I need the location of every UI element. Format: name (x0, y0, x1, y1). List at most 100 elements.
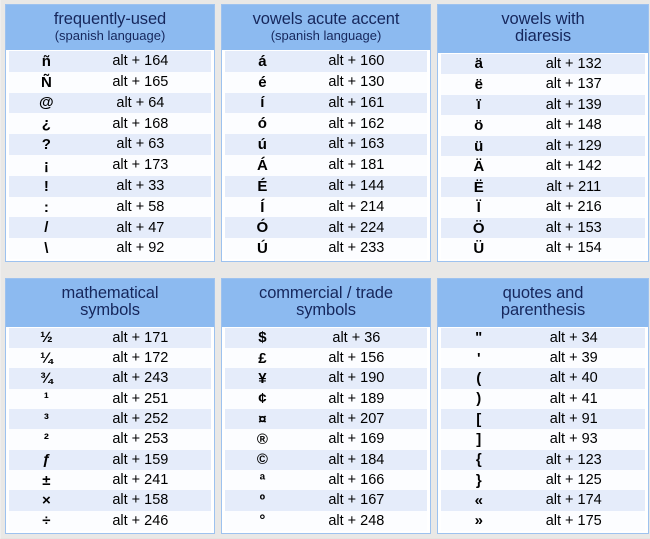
table-row: á alt + 160 (225, 50, 427, 72)
symbol-cell: ± (42, 471, 51, 489)
code-cell: alt + 167 (328, 492, 385, 509)
table-row: {alt + 123 (441, 449, 645, 471)
symbol-cell: ] (476, 431, 482, 449)
symbol-cell: ! (43, 177, 49, 195)
table-row: ë alt + 137 (441, 74, 645, 95)
table-row: Äalt + 142 (441, 156, 645, 177)
symbol-cell: « (474, 492, 483, 510)
code-cell: alt + 144 (328, 177, 385, 194)
table-row: × alt + 158 (9, 490, 211, 511)
code-cell: alt + 139 (545, 96, 602, 113)
code-cell: alt + 153 (545, 219, 602, 236)
code-cell: alt + 169 (328, 431, 385, 448)
table-row: Áalt + 181 (225, 155, 427, 176)
table-row: ö alt + 148 (441, 115, 645, 136)
table-subtitle: parenthesis (500, 301, 586, 320)
code-cell: alt + 162 (328, 115, 385, 132)
symbol-cell: Ö (472, 219, 485, 237)
table-row: ú alt + 163 (225, 134, 427, 156)
symbol-cell: ° (259, 512, 266, 530)
table-body: $ alt + 36 £ alt + 156 ¥ alt + 190 ¢ alt + 1… (222, 326, 430, 533)
code-cell: alt + 58 (116, 198, 165, 215)
table-row: @ alt + 64 (9, 92, 211, 114)
code-cell: alt + 41 (549, 390, 598, 407)
symbol-cell: ² (43, 431, 49, 449)
table-row: ¤ alt + 207 (225, 409, 427, 430)
code-cell: alt + 132 (545, 55, 602, 72)
table-row: ) alt + 41 (441, 388, 645, 409)
table-body: ä alt + 132 ë alt + 137 ï alt + 139 ö alt + … (438, 52, 648, 261)
code-cell: alt + 142 (545, 158, 602, 175)
table-row: ÷ alt + 246 (9, 510, 211, 532)
code-cell: alt + 248 (328, 512, 385, 529)
table-row: / alt + 47 (9, 217, 211, 239)
code-cell: alt + 156 (328, 349, 385, 366)
table-title: mathematical (61, 284, 159, 302)
code-cell: alt + 189 (328, 390, 385, 407)
table-row: ¿ alt + 168 (9, 113, 211, 135)
symbol-cell: × (41, 492, 51, 510)
symbol-cell: Ó (256, 219, 269, 237)
table-row: ¢ alt + 189 (225, 388, 427, 409)
code-cell: alt + 253 (112, 431, 169, 448)
symbol-cell: ³ (43, 410, 49, 428)
symbol-cell: ƒ (42, 451, 51, 469)
code-cell: alt + 130 (328, 73, 385, 90)
symbol-cell: ¼ (40, 349, 53, 367)
code-cell: alt + 129 (545, 137, 602, 154)
symbol-cell: Ñ (40, 73, 52, 91)
symbol-cell: Ü (473, 240, 485, 258)
code-cell: alt + 125 (545, 471, 602, 488)
code-cell: alt + 40 (549, 370, 598, 387)
code-cell: alt + 161 (328, 94, 385, 111)
table-row: [alt + 91 (441, 409, 645, 430)
table-row: © alt + 184 (225, 449, 427, 471)
table-row: ¡ alt + 173 (9, 155, 211, 176)
code-cell: alt + 160 (328, 53, 385, 70)
table-row: ® alt + 169 (225, 429, 427, 450)
code-cell: alt + 190 (328, 370, 385, 387)
table-title: vowels acute accent (252, 10, 400, 28)
symbol-cell: ñ (41, 52, 51, 70)
symbol-cell: ¡ (43, 156, 49, 174)
code-cell: alt + 211 (546, 178, 602, 195)
symbol-cell: / (44, 219, 49, 237)
table-subtitle: symbols (80, 301, 140, 320)
code-cell: alt + 181 (328, 157, 385, 174)
code-cell: alt + 165 (112, 73, 169, 90)
table-subtitle: (spanish language) (54, 28, 166, 44)
symbol-cell: Ä (473, 158, 485, 176)
table-row: Óalt + 224 (225, 217, 427, 239)
code-cell: alt + 163 (328, 136, 385, 153)
table-commercial-trade-symbols: commercial / trade symbols $ alt + 36 £ al… (221, 278, 431, 534)
symbol-cell: ª (259, 471, 266, 489)
symbol-cell: Ï (476, 199, 481, 217)
table-row: ! alt + 33 (9, 175, 211, 197)
table-header: vowels with diaresis (438, 5, 648, 53)
table-vowels-with-diaresis: vowels with diaresis ä alt + 132 ë alt + 1… (437, 4, 649, 262)
table-row: £ alt + 156 (225, 347, 427, 369)
alt-codes-board: frequently-used (spanish language) ñ alt … (0, 0, 650, 539)
table-header: quotes and parenthesis (438, 279, 648, 327)
table-row: ] alt + 93 (441, 429, 645, 450)
symbol-cell: ë (474, 75, 483, 93)
table-row: ª alt + 166 (225, 470, 427, 491)
code-cell: alt + 243 (112, 370, 169, 387)
symbol-cell: Í (260, 198, 265, 216)
table-row: Ñalt + 165 (9, 71, 211, 93)
table-row: í alt + 161 (225, 92, 427, 114)
code-cell: alt + 158 (112, 492, 169, 509)
table-row: Ïalt + 216 (441, 197, 645, 218)
table-row: ó alt + 162 (225, 113, 427, 135)
table-row: ¾ alt + 243 (9, 368, 211, 389)
symbol-cell: £ (258, 349, 267, 367)
table-row: º alt + 167 (225, 490, 427, 511)
table-header: mathematical symbols (6, 279, 214, 327)
table-row: ½ alt + 171 (9, 327, 211, 348)
code-cell: alt + 164 (112, 53, 169, 70)
table-row: Úalt + 233 (225, 238, 427, 260)
code-cell: alt + 168 (112, 115, 169, 132)
code-cell: alt + 63 (116, 136, 165, 153)
code-cell: alt + 91 (549, 410, 598, 427)
table-row: » alt + 175 (441, 510, 645, 532)
